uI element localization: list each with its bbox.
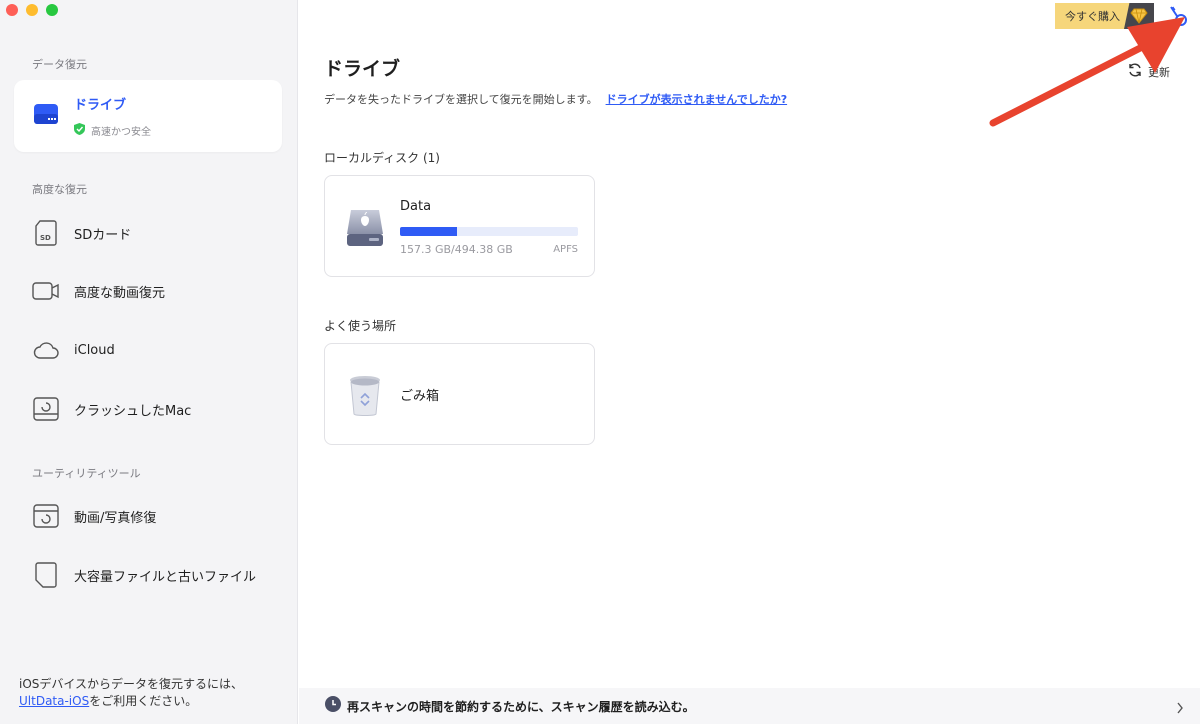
sidebar-item-drive[interactable]: ドライブ 高速かつ安全	[14, 80, 282, 152]
sidebar-item-icloud[interactable]: iCloud	[14, 333, 282, 367]
sidebar-item-label: クラッシュしたMac	[74, 403, 192, 419]
svg-text:SD: SD	[40, 234, 51, 242]
sidebar-item-sd-card[interactable]: SD SDカード	[14, 216, 282, 250]
sidebar-item-label: iCloud	[74, 342, 115, 358]
drive-usage-bar	[400, 227, 578, 236]
sidebar-item-label: 動画/写真修復	[74, 510, 157, 526]
subtitle-text: データを失ったドライブを選択して復元を開始します。	[324, 93, 598, 106]
place-name: ごみ箱	[400, 389, 440, 404]
scan-history-bar[interactable]: 再スキャンの時間を節約するために、スキャン履歴を読み込む。	[299, 688, 1200, 724]
crashed-mac-icon	[32, 395, 60, 423]
safety-badge-text: 高速かつ安全	[91, 127, 151, 138]
trash-icon	[347, 374, 383, 422]
section-title-advanced: 高度な復元	[32, 183, 87, 196]
sidebar-item-large-files[interactable]: 大容量ファイルと古いファイル	[14, 558, 282, 592]
drive-card-data[interactable]: Data 157.3 GB/494.38 GB APFS	[324, 175, 595, 277]
ios-recovery-note: iOSデバイスからデータを復元するには、 UltData-iOSをご利用ください…	[19, 676, 289, 710]
video-repair-icon	[32, 502, 60, 530]
ios-note-line1: iOSデバイスからデータを復元するには、	[19, 677, 244, 691]
drive-usage-fill	[400, 227, 457, 236]
shield-check-icon	[74, 123, 85, 138]
safety-badge: 高速かつ安全	[74, 123, 151, 138]
cloud-icon	[32, 336, 60, 364]
scan-history-text: 再スキャンの時間を節約するために、スキャン履歴を読み込む。	[347, 699, 695, 714]
section-title-recovery: データ復元	[32, 58, 87, 71]
window-controls	[6, 4, 58, 16]
close-window-button[interactable]	[6, 4, 18, 16]
ultdata-ios-link[interactable]: UltData-iOS	[19, 694, 89, 708]
file-icon	[32, 561, 60, 589]
clock-icon	[325, 696, 341, 716]
zoom-window-button[interactable]	[46, 4, 58, 16]
page-title: ドライブ	[324, 58, 401, 80]
video-camera-icon	[32, 277, 60, 305]
sidebar: データ復元 ドライブ 高速かつ安全 高度な復元 SD SDカード 高度な動画復元…	[0, 0, 298, 724]
sidebar-item-label: 大容量ファイルと古いファイル	[74, 569, 257, 585]
place-card-trash[interactable]: ごみ箱	[324, 343, 595, 445]
apple-drive-icon	[345, 206, 385, 252]
sidebar-item-video-repair[interactable]: 動画/写真修復	[14, 499, 282, 533]
sd-card-icon: SD	[32, 219, 60, 247]
annotation-arrow	[985, 15, 1185, 134]
minimize-window-button[interactable]	[26, 4, 38, 16]
frequent-places-heading: よく使う場所	[324, 319, 397, 333]
drive-icon	[32, 100, 60, 128]
local-disk-heading: ローカルディスク (1)	[324, 151, 440, 165]
sidebar-item-label: SDカード	[74, 227, 132, 243]
page-subtitle: データを失ったドライブを選択して復元を開始します。 ドライブが表示されませんでした…	[324, 91, 787, 107]
ios-note-line2: をご利用ください。	[89, 694, 198, 708]
chevron-right-icon	[1176, 699, 1184, 718]
drive-filesystem: APFS	[553, 244, 578, 255]
sidebar-item-video-recovery[interactable]: 高度な動画復元	[14, 274, 282, 308]
drive-name: Data	[400, 199, 432, 214]
sidebar-item-label: 高度な動画復元	[74, 285, 166, 301]
section-title-utility: ユーティリティツール	[32, 467, 141, 480]
sidebar-item-crashed-mac[interactable]: クラッシュしたMac	[14, 392, 282, 426]
drive-not-shown-link[interactable]: ドライブが表示されませんでしたか?	[606, 93, 788, 106]
drive-size: 157.3 GB/494.38 GB	[400, 243, 513, 256]
sidebar-item-drive-label: ドライブ	[74, 98, 127, 113]
